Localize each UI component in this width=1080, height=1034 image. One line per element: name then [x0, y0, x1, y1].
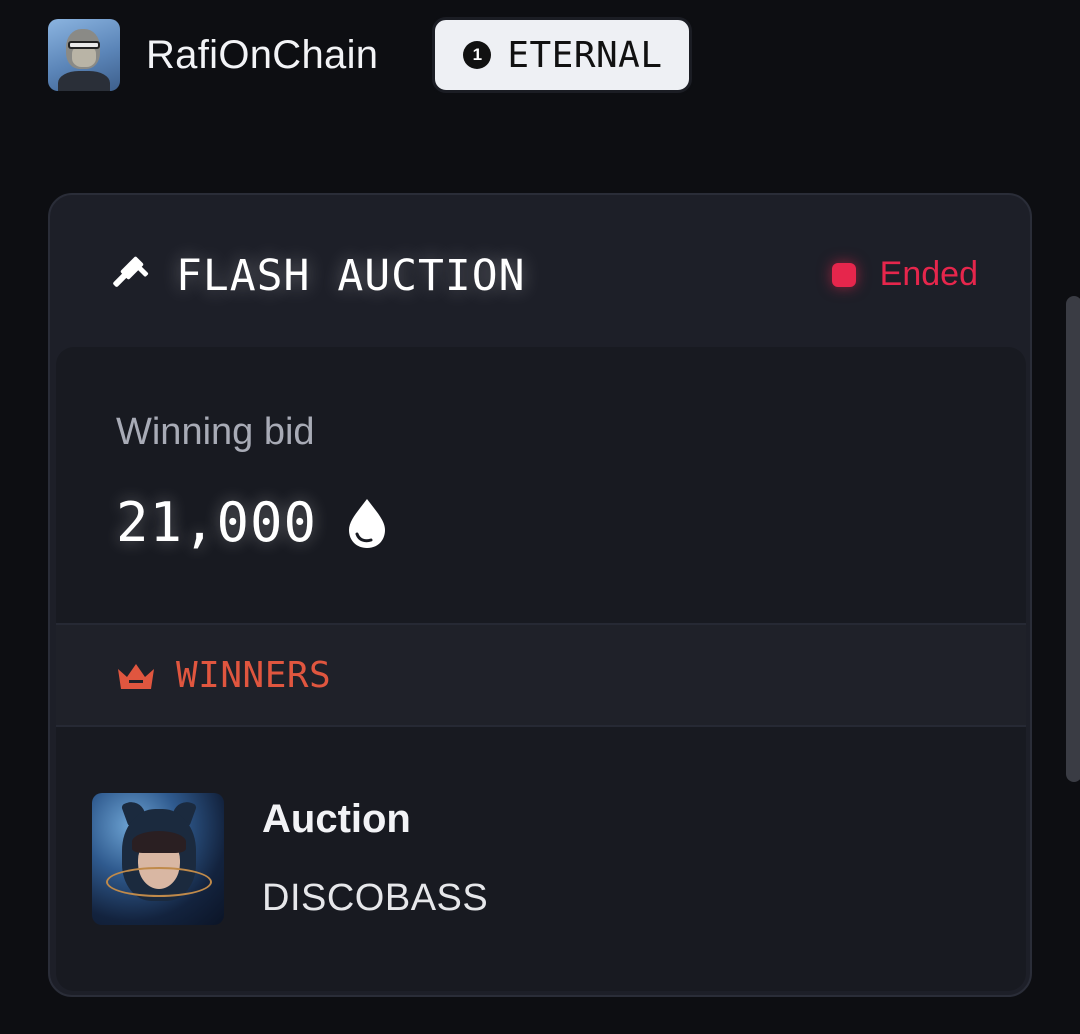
winner-item[interactable]: Auction DISCOBASS — [56, 727, 1026, 991]
scrollbar[interactable] — [1066, 296, 1080, 782]
tier-badge[interactable]: 1 ETERNAL — [432, 17, 692, 93]
winners-header: WINNERS — [56, 623, 1026, 727]
status-text: Ended — [879, 255, 978, 293]
auction-card: FLASH AUCTION Ended Winning bid 21,000 W… — [48, 193, 1032, 997]
bid-section: Winning bid 21,000 — [56, 347, 1026, 623]
username[interactable]: RafiOnChain — [146, 33, 378, 78]
auction-body: Winning bid 21,000 WINNERS Auction DISCO… — [56, 347, 1026, 991]
auction-card-header: FLASH AUCTION Ended — [50, 195, 1030, 347]
drop-icon — [349, 498, 386, 548]
winner-subtitle: DISCOBASS — [262, 877, 489, 919]
winner-name: Auction — [262, 797, 411, 841]
bid-amount: 21,000 — [116, 491, 389, 554]
bid-value: 21,000 — [116, 491, 318, 554]
auction-title: FLASH AUCTION — [176, 251, 526, 301]
avatar-visor — [68, 41, 100, 49]
winner-thumbnail[interactable] — [92, 793, 224, 925]
winners-title: WINNERS — [176, 655, 332, 696]
user-avatar[interactable] — [48, 19, 120, 91]
status-badge: Ended — [831, 255, 978, 294]
thumb-ring — [106, 867, 212, 897]
thumb-hair — [132, 831, 186, 853]
bid-label: Winning bid — [116, 411, 315, 453]
crown-icon — [118, 664, 154, 689]
avatar-body — [58, 71, 110, 91]
header: RafiOnChain 1 ETERNAL — [48, 17, 692, 93]
badge-label: ETERNAL — [507, 34, 663, 76]
badge-number: 1 — [463, 41, 492, 69]
status-indicator — [831, 262, 856, 287]
gavel-icon — [113, 256, 149, 287]
page: RafiOnChain 1 ETERNAL FLASH AUCTION Ende… — [0, 0, 1080, 1034]
